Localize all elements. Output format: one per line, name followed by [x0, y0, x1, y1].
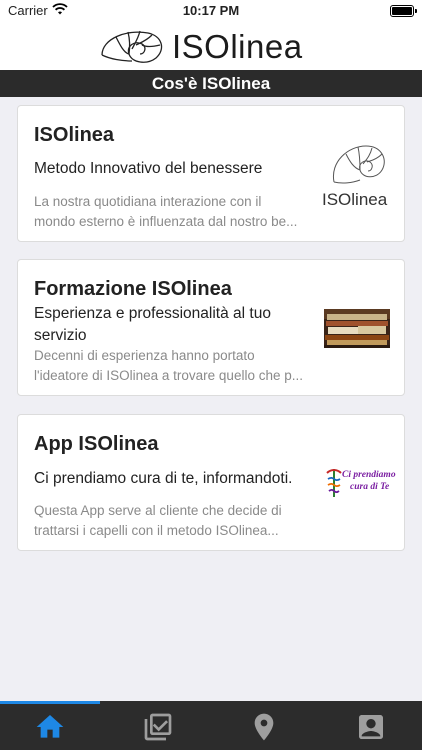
card-description-line: Questa App serve al cliente che decide d… [34, 503, 282, 518]
status-bar: Carrier 10:17 PM [0, 0, 422, 22]
isolinea-logo: ISOlinea [96, 25, 326, 67]
tab-bar [0, 701, 422, 750]
card-description-line: Decenni di esperienza hanno portato [34, 348, 255, 363]
thumbnail-text: cura di Te [350, 482, 390, 492]
nautilus-icon [101, 30, 163, 63]
books-illustration [324, 309, 390, 348]
card-subtitle: Ci prendiamo cura di te, informandoti. [34, 470, 293, 487]
caduceus-icon [326, 469, 342, 497]
card-description: Decenni di esperienza hanno portato l'id… [34, 346, 316, 386]
section-title: Cos'è ISOlinea [0, 70, 422, 97]
clock: 10:17 PM [182, 3, 240, 18]
nautilus-icon [332, 145, 385, 184]
app-header: ISOlinea [0, 22, 422, 70]
thumbnail-text: ISOlinea [322, 190, 388, 209]
card-description-line: l'ideatore di ISOlinea a trovare quello … [34, 368, 303, 383]
books-image [324, 309, 390, 348]
card-isolinea[interactable]: ISOlinea Metodo Innovativo del benessere… [17, 105, 405, 242]
contact-card-icon [359, 715, 383, 739]
card-app[interactable]: App ISOlinea Ci prendiamo cura di te, in… [17, 414, 405, 551]
thumbnail-text: Ci prendiamo [342, 470, 396, 480]
location-pin-icon [254, 713, 274, 741]
care-logo-thumbnail: Ci prendiamo cura di Te [324, 467, 396, 499]
tab-location[interactable] [248, 711, 280, 743]
card-description-line: La nostra quotidiana interazione con il [34, 194, 262, 209]
card-title: App ISOlinea [34, 433, 159, 455]
tab-home[interactable] [34, 711, 66, 743]
card-subtitle: Metodo Innovativo del benessere [34, 160, 263, 177]
card-title: ISOlinea [34, 124, 115, 146]
tab-checklist[interactable] [142, 711, 174, 743]
battery-icon [390, 5, 417, 17]
checklist-icon [144, 713, 172, 741]
card-subtitle: Esperienza e professionalità al tuo serv… [34, 305, 271, 344]
tab-indicator [0, 701, 100, 704]
logo-text: ISOlinea [172, 28, 303, 65]
isolinea-logo-thumbnail: ISOlinea [320, 140, 396, 210]
card-formazione[interactable]: Formazione ISOlinea Esperienza e profess… [17, 259, 405, 396]
tab-profile[interactable] [355, 711, 387, 743]
home-icon [36, 715, 64, 738]
card-description: La nostra quotidiana interazione con il … [34, 192, 316, 232]
card-description: Questa App serve al cliente che decide d… [34, 501, 316, 541]
card-description-line: trattarsi i capelli con il metodo ISOlin… [34, 523, 279, 538]
card-description-line: mondo esterno è influenzata dal nostro b… [34, 214, 298, 229]
card-title: Formazione ISOlinea [34, 278, 232, 300]
